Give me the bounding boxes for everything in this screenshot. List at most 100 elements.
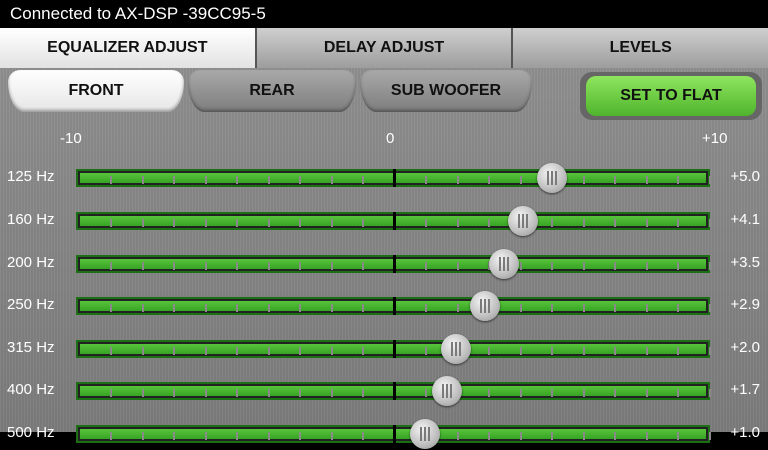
slider-tick <box>614 304 616 312</box>
slider-tick <box>582 219 585 227</box>
slider-knob[interactable] <box>507 206 538 236</box>
slider-tick <box>110 347 112 355</box>
knob-grip <box>445 384 448 398</box>
band-frequency-label: 160 Hz <box>7 211 55 228</box>
slider-tick <box>141 176 144 184</box>
tab-rear[interactable]: REAR <box>188 70 356 112</box>
slider-tick <box>362 432 364 440</box>
slider-knob[interactable] <box>409 419 440 449</box>
slider-tick <box>425 347 427 355</box>
slider-tick <box>173 389 175 397</box>
slider-tick <box>519 389 522 397</box>
band-gain-value: +3.5 <box>730 254 760 271</box>
slider-tick <box>551 432 553 440</box>
slider-tick <box>708 262 711 270</box>
band-frequency-label: 200 Hz <box>7 254 55 271</box>
slider-tick <box>456 304 459 312</box>
slider-tick <box>677 219 679 227</box>
slider-knob[interactable] <box>469 291 500 321</box>
slider-tick <box>582 432 585 440</box>
slider-knob[interactable] <box>431 376 462 406</box>
slider-tick <box>488 389 490 397</box>
slider-tick <box>267 262 270 270</box>
band-frequency-label: 125 Hz <box>7 168 55 185</box>
slider-tick <box>456 262 459 270</box>
band-gain-value: +2.0 <box>730 339 760 356</box>
band-slider-track[interactable] <box>76 297 711 315</box>
band-slider-track[interactable] <box>76 212 711 230</box>
main-tab-bar: EQUALIZER ADJUST DELAY ADJUST LEVELS <box>0 28 768 68</box>
slider-tick <box>267 176 270 184</box>
slider-tick <box>488 176 490 184</box>
slider-tick <box>582 262 585 270</box>
slider-tick <box>582 304 585 312</box>
knob-grip <box>550 171 553 185</box>
knob-grip <box>521 214 524 228</box>
knob-grip <box>487 299 490 313</box>
slider-tick <box>708 176 711 184</box>
slider-tick <box>362 262 364 270</box>
scale-min-label: -10 <box>60 130 82 147</box>
knob-grip <box>423 427 426 441</box>
slider-knob[interactable] <box>488 249 519 279</box>
set-to-flat-button[interactable]: SET TO FLAT <box>580 72 762 120</box>
slider-tick <box>488 432 490 440</box>
band-slider-track[interactable] <box>76 255 711 273</box>
slider-tick <box>362 389 364 397</box>
slider-center-line <box>393 255 396 273</box>
knob-grip <box>517 214 520 228</box>
slider-tick <box>551 389 553 397</box>
tab-front[interactable]: FRONT <box>8 70 184 112</box>
slider-tick <box>677 347 679 355</box>
band-slider-track[interactable] <box>76 340 711 358</box>
tab-sub-woofer[interactable]: SUB WOOFER <box>360 70 532 112</box>
eq-band-row: 500 Hz +1.0 <box>0 418 768 450</box>
slider-tick <box>614 176 616 184</box>
slider-tick <box>267 389 270 397</box>
slider-tick <box>708 347 711 355</box>
slider-tick <box>708 219 711 227</box>
slider-tick <box>299 347 301 355</box>
slider-knob[interactable] <box>536 163 567 193</box>
band-slider-track[interactable] <box>76 425 711 443</box>
knob-grip <box>498 257 501 271</box>
slider-tick <box>141 389 144 397</box>
slider-tick <box>110 219 112 227</box>
band-slider-track[interactable] <box>76 382 711 400</box>
slider-tick <box>645 219 648 227</box>
tab-levels[interactable]: LEVELS <box>513 28 768 68</box>
slider-tick <box>173 347 175 355</box>
slider-tick <box>299 262 301 270</box>
slider-tick <box>614 389 616 397</box>
slider-tick <box>677 389 679 397</box>
slider-tick <box>267 432 270 440</box>
slider-tick <box>236 304 238 312</box>
knob-grip <box>525 214 528 228</box>
knob-grip <box>449 384 452 398</box>
slider-tick <box>708 432 711 440</box>
slider-tick <box>708 304 711 312</box>
knob-grip <box>506 257 509 271</box>
eq-band-row: 200 Hz +3.5 <box>0 248 768 280</box>
slider-tick <box>519 304 522 312</box>
slider-tick <box>488 347 490 355</box>
slider-tick <box>582 347 585 355</box>
knob-grip <box>427 427 430 441</box>
knob-grip <box>546 171 549 185</box>
slider-tick <box>330 219 333 227</box>
band-slider-track[interactable] <box>76 169 711 187</box>
slider-tick <box>236 262 238 270</box>
slider-knob[interactable] <box>441 334 472 364</box>
equalizer-panel: FRONT REAR SUB WOOFER SET TO FLAT -10 0 … <box>0 68 768 449</box>
slider-tick <box>519 347 522 355</box>
knob-grip <box>419 427 422 441</box>
slider-tick <box>677 432 679 440</box>
slider-tick <box>299 176 301 184</box>
slider-tick <box>267 304 270 312</box>
tab-equalizer-adjust[interactable]: EQUALIZER ADJUST <box>0 28 257 68</box>
tab-delay-adjust[interactable]: DELAY ADJUST <box>256 28 514 68</box>
scale-mid-label: 0 <box>386 130 395 147</box>
set-to-flat-label: SET TO FLAT <box>586 76 756 116</box>
slider-tick <box>551 347 553 355</box>
slider-tick <box>645 347 648 355</box>
